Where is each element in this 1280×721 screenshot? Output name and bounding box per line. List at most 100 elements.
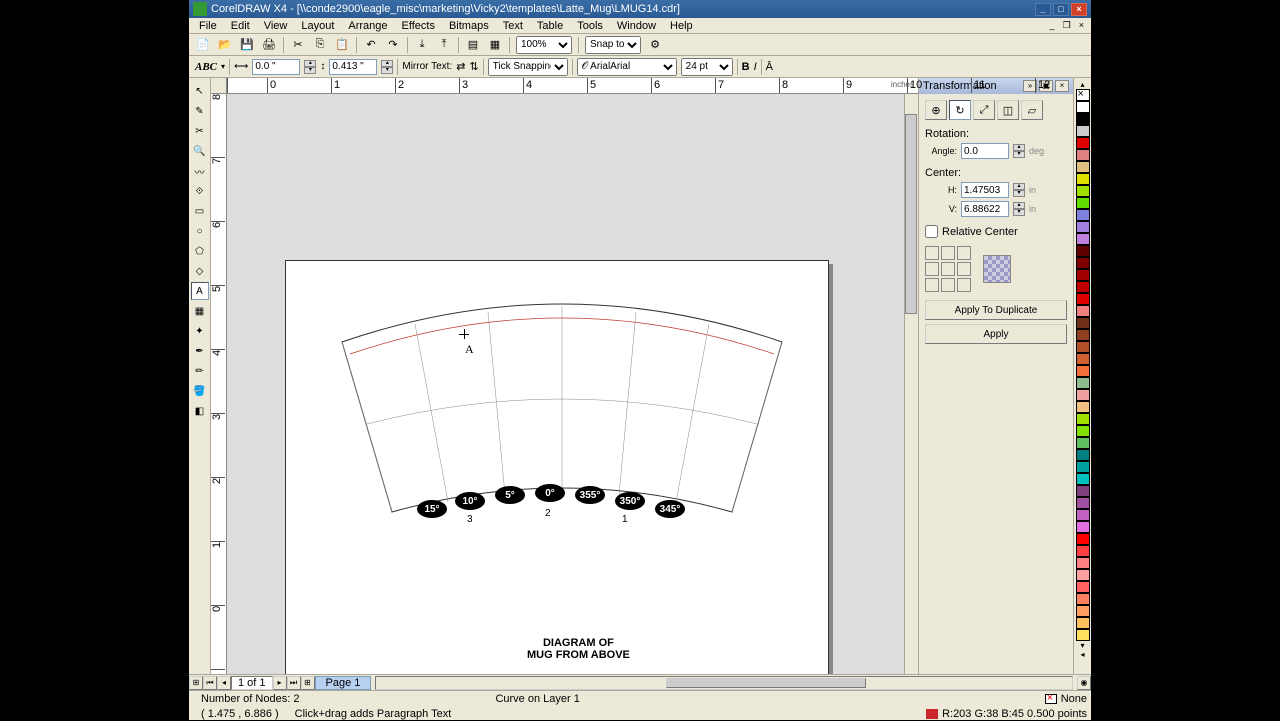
doc-minimize-button[interactable]: _ bbox=[1047, 20, 1058, 31]
color-swatch[interactable] bbox=[1076, 137, 1090, 149]
next-page-icon[interactable]: ▸ bbox=[273, 676, 287, 690]
color-swatch[interactable] bbox=[1076, 221, 1090, 233]
color-swatch[interactable] bbox=[1076, 509, 1090, 521]
color-swatch[interactable] bbox=[1076, 353, 1090, 365]
welcome-icon[interactable]: ▦ bbox=[487, 37, 503, 53]
menu-effects[interactable]: Effects bbox=[396, 20, 441, 32]
color-swatch[interactable] bbox=[1076, 437, 1090, 449]
rectangle-tool-icon[interactable]: ▭ bbox=[191, 202, 209, 220]
position-tab-icon[interactable]: ⊕ bbox=[925, 100, 947, 120]
color-swatch[interactable] bbox=[1076, 485, 1090, 497]
canvas[interactable]: A 15° 10° 5° 0° 355° 350° 345° 3 2 1 DIA… bbox=[227, 94, 918, 674]
export-icon[interactable]: ⤒ bbox=[436, 37, 452, 53]
print-icon[interactable]: 🖨 bbox=[261, 37, 277, 53]
menu-table[interactable]: Table bbox=[531, 20, 569, 32]
color-swatch[interactable] bbox=[1076, 161, 1090, 173]
zoom-tool-icon[interactable]: 🔍 bbox=[191, 142, 209, 160]
mirror-h-icon[interactable]: ⇄ bbox=[456, 60, 465, 73]
menu-edit[interactable]: Edit bbox=[225, 20, 256, 32]
zoom-select[interactable]: 100% bbox=[516, 36, 572, 54]
import-icon[interactable]: ⤓ bbox=[414, 37, 430, 53]
maximize-button[interactable]: □ bbox=[1053, 3, 1069, 16]
doc-close-button[interactable]: × bbox=[1076, 20, 1087, 31]
horizontal-scrollbar[interactable] bbox=[375, 676, 1073, 690]
launch-icon[interactable]: ▤ bbox=[465, 37, 481, 53]
color-swatch[interactable] bbox=[1076, 629, 1090, 641]
color-swatch[interactable] bbox=[1076, 101, 1090, 113]
mirror-v-icon[interactable]: ⇅ bbox=[469, 60, 478, 73]
apply-to-duplicate-button[interactable]: Apply To Duplicate bbox=[925, 300, 1067, 320]
menu-tools[interactable]: Tools bbox=[571, 20, 609, 32]
redo-icon[interactable]: ↷ bbox=[385, 37, 401, 53]
color-swatch[interactable] bbox=[1076, 185, 1090, 197]
polygon-tool-icon[interactable]: ⬠ bbox=[191, 242, 209, 260]
new-icon[interactable]: 📄 bbox=[195, 37, 211, 53]
font-size-select[interactable]: 24 pt bbox=[681, 58, 733, 76]
color-swatch[interactable] bbox=[1076, 317, 1090, 329]
menu-window[interactable]: Window bbox=[611, 20, 662, 32]
options-icon[interactable]: ⚙ bbox=[647, 37, 663, 53]
palette-scroll-down-icon[interactable]: ▾ bbox=[1080, 641, 1084, 650]
color-swatch[interactable] bbox=[1076, 581, 1090, 593]
color-swatch[interactable] bbox=[1076, 557, 1090, 569]
color-swatch[interactable] bbox=[1076, 269, 1090, 281]
color-swatch[interactable] bbox=[1076, 209, 1090, 221]
color-swatch[interactable] bbox=[1076, 401, 1090, 413]
skew-tab-icon[interactable]: ▱ bbox=[1021, 100, 1043, 120]
color-swatch[interactable] bbox=[1076, 341, 1090, 353]
minimize-button[interactable]: _ bbox=[1035, 3, 1051, 16]
color-swatch[interactable] bbox=[1076, 197, 1090, 209]
menu-text[interactable]: Text bbox=[497, 20, 529, 32]
close-button[interactable]: × bbox=[1071, 3, 1087, 16]
save-icon[interactable]: 💾 bbox=[239, 37, 255, 53]
shape-tool-icon[interactable]: ✎ bbox=[191, 102, 209, 120]
y-offset-input[interactable] bbox=[329, 59, 377, 75]
page-add-icon[interactable]: ⊞ bbox=[189, 676, 203, 690]
freehand-tool-icon[interactable]: 〰 bbox=[191, 162, 209, 180]
paste-icon[interactable]: 📋 bbox=[334, 37, 350, 53]
apply-button[interactable]: Apply bbox=[925, 324, 1067, 344]
open-icon[interactable]: 📂 bbox=[217, 37, 233, 53]
text-orientation-icon[interactable]: ABC bbox=[195, 61, 217, 73]
color-swatch[interactable] bbox=[1076, 377, 1090, 389]
copy-icon[interactable]: ⎘ bbox=[312, 37, 328, 53]
outline-tool-icon[interactable]: ✏ bbox=[191, 362, 209, 380]
smart-tool-icon[interactable]: ⟐ bbox=[191, 182, 209, 200]
angle-input[interactable] bbox=[961, 143, 1009, 159]
interactive-fill-tool-icon[interactable]: ◧ bbox=[191, 402, 209, 420]
ellipse-tool-icon[interactable]: ○ bbox=[191, 222, 209, 240]
color-swatch[interactable] bbox=[1076, 245, 1090, 257]
menu-file[interactable]: File bbox=[193, 20, 223, 32]
last-page-icon[interactable]: ⏭ bbox=[287, 676, 301, 690]
ruler-origin[interactable] bbox=[211, 78, 227, 94]
color-swatch[interactable] bbox=[1076, 545, 1090, 557]
color-swatch[interactable] bbox=[1076, 461, 1090, 473]
color-swatch[interactable] bbox=[1076, 125, 1090, 137]
page-tab[interactable]: Page 1 bbox=[315, 676, 372, 690]
center-h-input[interactable] bbox=[961, 182, 1009, 198]
rotate-tab-icon[interactable]: ↻ bbox=[949, 100, 971, 120]
cut-icon[interactable]: ✂ bbox=[290, 37, 306, 53]
undo-icon[interactable]: ↶ bbox=[363, 37, 379, 53]
menu-bitmaps[interactable]: Bitmaps bbox=[443, 20, 495, 32]
first-page-icon[interactable]: ⏮ bbox=[203, 676, 217, 690]
x-offset-input[interactable] bbox=[252, 59, 300, 75]
char-format-icon[interactable]: Ā bbox=[766, 61, 773, 73]
color-swatch[interactable] bbox=[1076, 521, 1090, 533]
color-swatch[interactable] bbox=[1076, 617, 1090, 629]
scale-tab-icon[interactable]: ⤢ bbox=[973, 100, 995, 120]
size-tab-icon[interactable]: ◫ bbox=[997, 100, 1019, 120]
fill-tool-icon[interactable]: 🪣 bbox=[191, 382, 209, 400]
menu-help[interactable]: Help bbox=[664, 20, 699, 32]
color-swatch[interactable] bbox=[1076, 569, 1090, 581]
color-swatch[interactable] bbox=[1076, 593, 1090, 605]
menu-layout[interactable]: Layout bbox=[295, 20, 340, 32]
color-swatch[interactable] bbox=[1076, 389, 1090, 401]
page-add-after-icon[interactable]: ⊞ bbox=[301, 676, 315, 690]
center-v-input[interactable] bbox=[961, 201, 1009, 217]
text-tool-icon[interactable]: A bbox=[191, 282, 209, 300]
color-swatch[interactable] bbox=[1076, 425, 1090, 437]
color-swatch[interactable] bbox=[1076, 173, 1090, 185]
color-swatch[interactable] bbox=[1076, 293, 1090, 305]
color-swatch[interactable] bbox=[1076, 281, 1090, 293]
